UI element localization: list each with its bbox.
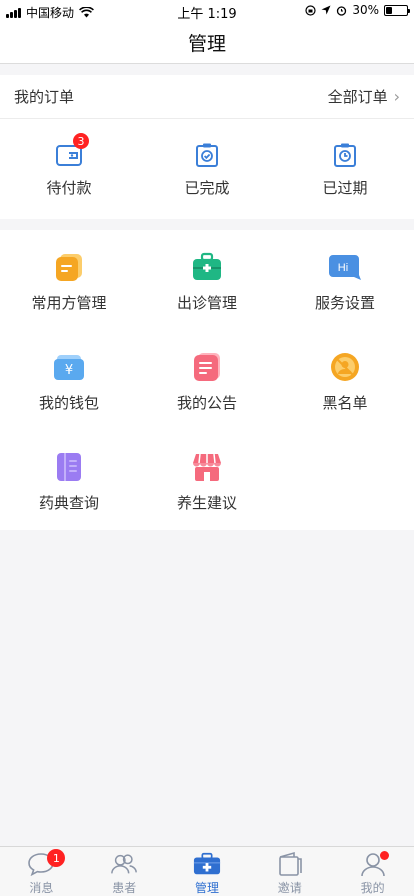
alarm-icon — [337, 5, 347, 16]
patients-icon — [111, 854, 138, 874]
blacklist-icon — [331, 353, 359, 381]
store-icon — [193, 453, 221, 481]
all-orders-label: 全部订单 — [327, 88, 388, 106]
hi-icon-text: Hi — [338, 262, 348, 274]
my-orders-header: 我的订单 全部订单 › — [0, 75, 414, 119]
order-expired[interactable]: 已过期 — [276, 119, 414, 219]
lock-rotation-icon — [305, 4, 316, 16]
location-arrow-icon — [321, 5, 331, 15]
order-pending-payment-label: 待付款 — [46, 179, 92, 197]
clipboard-clock-icon — [334, 143, 356, 167]
tab-invite[interactable]: 邀请 — [248, 847, 331, 896]
medical-kit-icon — [193, 252, 221, 280]
medical-kit-icon — [193, 852, 221, 875]
services-card: 常用方管理 出诊管理 Hi 服务设置 ¥ 我的钱包 我的公告 黑名单 药典查询 … — [0, 230, 414, 530]
bottom-tab-bar: 1 消息 患者 管理 邀请 我的 — [0, 846, 414, 896]
order-pending-payment[interactable]: 3 待付款 — [0, 119, 138, 219]
service-health-advice-label: 养生建议 — [176, 494, 237, 512]
service-blacklist[interactable]: 黑名单 — [276, 330, 414, 430]
prescription-icon — [56, 254, 82, 281]
order-expired-label: 已过期 — [322, 179, 368, 197]
all-orders-link[interactable]: 全部订单 › — [328, 86, 400, 107]
tab-messages[interactable]: 1 消息 — [0, 847, 83, 896]
service-my-wallet-label: 我的钱包 — [38, 394, 99, 412]
tab-profile[interactable]: 我的 — [331, 847, 414, 896]
service-settings-label: 服务设置 — [314, 294, 375, 312]
status-bar: 中国移动 上午 1:19 30% — [0, 0, 414, 22]
service-my-announcements-label: 我的公告 — [176, 394, 237, 412]
clipboard-check-icon — [196, 143, 218, 167]
tab-management[interactable]: 管理 — [166, 847, 249, 896]
battery-level-fill — [386, 6, 392, 14]
service-my-announcements[interactable]: 我的公告 — [138, 330, 276, 430]
my-orders-title: 我的订单 — [14, 88, 75, 106]
tab-patients[interactable]: 患者 — [83, 847, 166, 896]
tab-management-label: 管理 — [194, 881, 219, 895]
order-completed[interactable]: 已完成 — [138, 119, 276, 219]
my-orders-card: 我的订单 全部订单 › 3 待付款 已完成 已过期 — [0, 75, 414, 219]
wallet-yen-icon: ¥ — [54, 355, 84, 380]
messages-badge: 1 — [47, 849, 66, 867]
service-settings[interactable]: Hi 服务设置 — [276, 230, 414, 330]
service-clinic-management[interactable]: 出诊管理 — [138, 230, 276, 330]
yen-icon-text: ¥ — [65, 363, 73, 378]
service-pharmacopoeia-search-label: 药典查询 — [38, 494, 99, 512]
service-my-wallet[interactable]: ¥ 我的钱包 — [0, 330, 138, 430]
service-health-advice[interactable]: 养生建议 — [138, 430, 276, 530]
tab-patients-label: 患者 — [112, 881, 137, 895]
service-blacklist-label: 黑名单 — [322, 394, 368, 412]
chevron-right-icon: › — [393, 87, 400, 106]
service-pharmacopoeia-search[interactable]: 药典查询 — [0, 430, 138, 530]
tab-invite-label: 邀请 — [277, 881, 302, 895]
pharmacopoeia-icon — [57, 453, 81, 481]
page-title: 管理 — [187, 33, 226, 55]
service-clinic-management-label: 出诊管理 — [176, 294, 237, 312]
order-completed-label: 已完成 — [184, 179, 230, 197]
service-prescription-management[interactable]: 常用方管理 — [0, 230, 138, 330]
battery-percent: 30% — [352, 3, 379, 17]
invite-icon — [278, 851, 302, 876]
tab-messages-label: 消息 — [29, 881, 54, 895]
announcement-icon — [194, 353, 220, 381]
service-prescription-management-label: 常用方管理 — [31, 294, 107, 312]
pending-payment-badge: 3 — [73, 133, 89, 149]
battery-icon — [384, 4, 410, 16]
hi-chat-icon: Hi — [329, 255, 361, 280]
navigation-bar: 管理 — [0, 22, 414, 64]
tab-profile-label: 我的 — [360, 881, 385, 895]
profile-notification-dot — [379, 851, 389, 860]
